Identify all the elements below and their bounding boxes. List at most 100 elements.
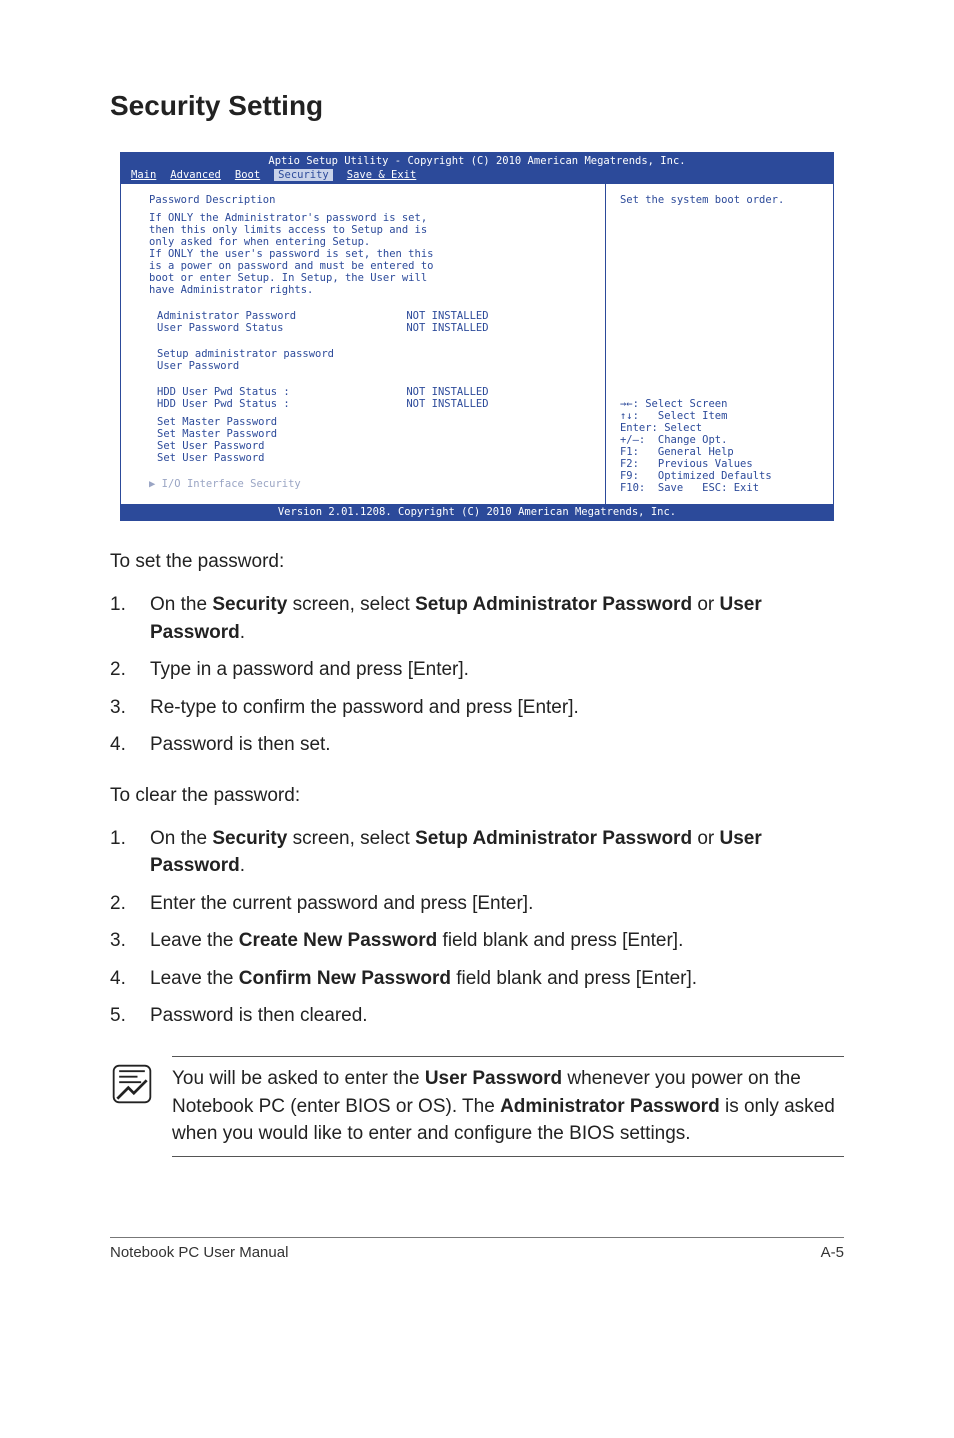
step-number: 3. xyxy=(110,694,150,722)
note-text: You will be asked to enter the User Pass… xyxy=(172,1056,844,1157)
navhelp-line: F9: Optimized Defaults xyxy=(620,470,819,482)
navhelp-line: F10: Save ESC: Exit xyxy=(620,482,819,494)
set-user-password-item[interactable]: Set User Password xyxy=(149,452,587,464)
text: On the xyxy=(150,828,212,849)
user-password-status-value: NOT INSTALLED xyxy=(406,322,587,334)
text: field blank and press [Enter]. xyxy=(451,968,697,989)
list-item: 1. On the Security screen, select Setup … xyxy=(110,591,844,646)
list-item: 2. Enter the current password and press … xyxy=(110,890,844,918)
bios-right-pane: Set the system boot order. →←: Select Sc… xyxy=(605,184,833,504)
bios-screenshot: Aptio Setup Utility - Copyright (C) 2010… xyxy=(120,152,834,521)
clear-password-intro: To clear the password: xyxy=(110,785,844,807)
tab-security[interactable]: Security xyxy=(274,169,333,181)
hdd-user-pwd-status-label: HDD User Pwd Status : xyxy=(157,386,406,398)
page-footer: Notebook PC User Manual A-5 xyxy=(110,1237,844,1261)
text-strong: Confirm New Password xyxy=(239,968,451,989)
text-strong: Setup Administrator Password xyxy=(415,594,692,615)
step-text: Re-type to confirm the password and pres… xyxy=(150,694,844,722)
navhelp-line: →←: Select Screen xyxy=(620,398,819,410)
list-item: 2. Type in a password and press [Enter]. xyxy=(110,656,844,684)
pw-desc-line: boot or enter Setup. In Setup, the User … xyxy=(149,272,587,284)
list-item: 3. Re-type to confirm the password and p… xyxy=(110,694,844,722)
bios-nav-help: →←: Select Screen ↑↓: Select Item Enter:… xyxy=(620,398,819,494)
text-strong: User Password xyxy=(425,1068,562,1089)
text: You will be asked to enter the xyxy=(172,1068,425,1089)
list-item: 4. Leave the Confirm New Password field … xyxy=(110,965,844,993)
pw-desc-line: If ONLY the Administrator's password is … xyxy=(149,212,587,224)
clear-password-steps: 1. On the Security screen, select Setup … xyxy=(110,825,844,1030)
list-item: 1. On the Security screen, select Setup … xyxy=(110,825,844,880)
step-number: 1. xyxy=(110,825,150,880)
footer-right: A-5 xyxy=(821,1244,844,1261)
admin-password-label[interactable]: Administrator Password xyxy=(157,310,406,322)
step-text: Password is then set. xyxy=(150,731,844,759)
navhelp-line: F1: General Help xyxy=(620,446,819,458)
step-number: 1. xyxy=(110,591,150,646)
set-password-steps: 1. On the Security screen, select Setup … xyxy=(110,591,844,759)
setup-admin-password-item[interactable]: Setup administrator password xyxy=(149,348,587,360)
list-item: 3. Leave the Create New Password field b… xyxy=(110,927,844,955)
bios-titlebar: Aptio Setup Utility - Copyright (C) 2010… xyxy=(121,153,833,169)
step-number: 4. xyxy=(110,965,150,993)
navhelp-line: Enter: Select xyxy=(620,422,819,434)
user-password-item[interactable]: User Password xyxy=(149,360,587,372)
step-text: Type in a password and press [Enter]. xyxy=(150,656,844,684)
step-number: 2. xyxy=(110,656,150,684)
io-interface-security-item[interactable]: ▶ I/O Interface Security xyxy=(149,478,587,490)
hdd-user-pwd-status-value: NOT INSTALLED xyxy=(406,386,587,398)
text-strong: Administrator Password xyxy=(500,1096,720,1117)
admin-password-value: NOT INSTALLED xyxy=(406,310,587,322)
text: or xyxy=(692,828,719,849)
hdd-user-pwd-status-value: NOT INSTALLED xyxy=(406,398,587,410)
text: screen, select xyxy=(287,594,415,615)
step-text: Enter the current password and press [En… xyxy=(150,890,844,918)
text: field blank and press [Enter]. xyxy=(437,930,683,951)
navhelp-line: ↑↓: Select Item xyxy=(620,410,819,422)
pw-desc-line: If ONLY the user's password is set, then… xyxy=(149,248,587,260)
pw-desc-line: is a power on password and must be enter… xyxy=(149,260,587,272)
tab-main[interactable]: Main xyxy=(131,169,156,181)
tab-save-exit[interactable]: Save & Exit xyxy=(347,169,417,181)
tab-advanced[interactable]: Advanced xyxy=(170,169,221,181)
set-master-password-item[interactable]: Set Master Password xyxy=(149,416,587,428)
text: . xyxy=(240,622,245,643)
text-strong: Create New Password xyxy=(239,930,438,951)
step-number: 5. xyxy=(110,1002,150,1030)
set-master-password-item[interactable]: Set Master Password xyxy=(149,428,587,440)
note-box: You will be asked to enter the User Pass… xyxy=(110,1056,844,1157)
user-password-status-label: User Password Status xyxy=(157,322,406,334)
step-number: 2. xyxy=(110,890,150,918)
hdd-user-pwd-status-label: HDD User Pwd Status : xyxy=(157,398,406,410)
text: . xyxy=(240,855,245,876)
footer-left: Notebook PC User Manual xyxy=(110,1244,288,1261)
text: Leave the xyxy=(150,968,239,989)
pw-desc-line: then this only limits access to Setup an… xyxy=(149,224,587,236)
text: On the xyxy=(150,594,212,615)
text-strong: Security xyxy=(212,828,287,849)
navhelp-line: +/—: Change Opt. xyxy=(620,434,819,446)
set-user-password-item[interactable]: Set User Password xyxy=(149,440,587,452)
note-icon xyxy=(110,1062,154,1106)
text: Leave the xyxy=(150,930,239,951)
bios-help-text: Set the system boot order. xyxy=(620,194,819,206)
pw-desc-line: have Administrator rights. xyxy=(149,284,587,296)
tab-boot[interactable]: Boot xyxy=(235,169,260,181)
bios-left-pane: Password Description If ONLY the Adminis… xyxy=(121,184,605,504)
text-strong: Security xyxy=(212,594,287,615)
navhelp-line: F2: Previous Values xyxy=(620,458,819,470)
text: or xyxy=(692,594,719,615)
step-text: Password is then cleared. xyxy=(150,1002,844,1030)
set-password-intro: To set the password: xyxy=(110,551,844,573)
text: screen, select xyxy=(287,828,415,849)
section-heading: Security Setting xyxy=(110,90,914,122)
list-item: 5. Password is then cleared. xyxy=(110,1002,844,1030)
pw-desc-line: only asked for when entering Setup. xyxy=(149,236,587,248)
step-number: 4. xyxy=(110,731,150,759)
text-strong: Setup Administrator Password xyxy=(415,828,692,849)
bios-tab-row: Main Advanced Boot Security Save & Exit xyxy=(121,169,833,183)
password-description-title: Password Description xyxy=(149,194,587,206)
bios-footer: Version 2.01.1208. Copyright (C) 2010 Am… xyxy=(121,504,833,520)
step-number: 3. xyxy=(110,927,150,955)
io-interface-security-label: I/O Interface Security xyxy=(162,478,301,490)
list-item: 4. Password is then set. xyxy=(110,731,844,759)
